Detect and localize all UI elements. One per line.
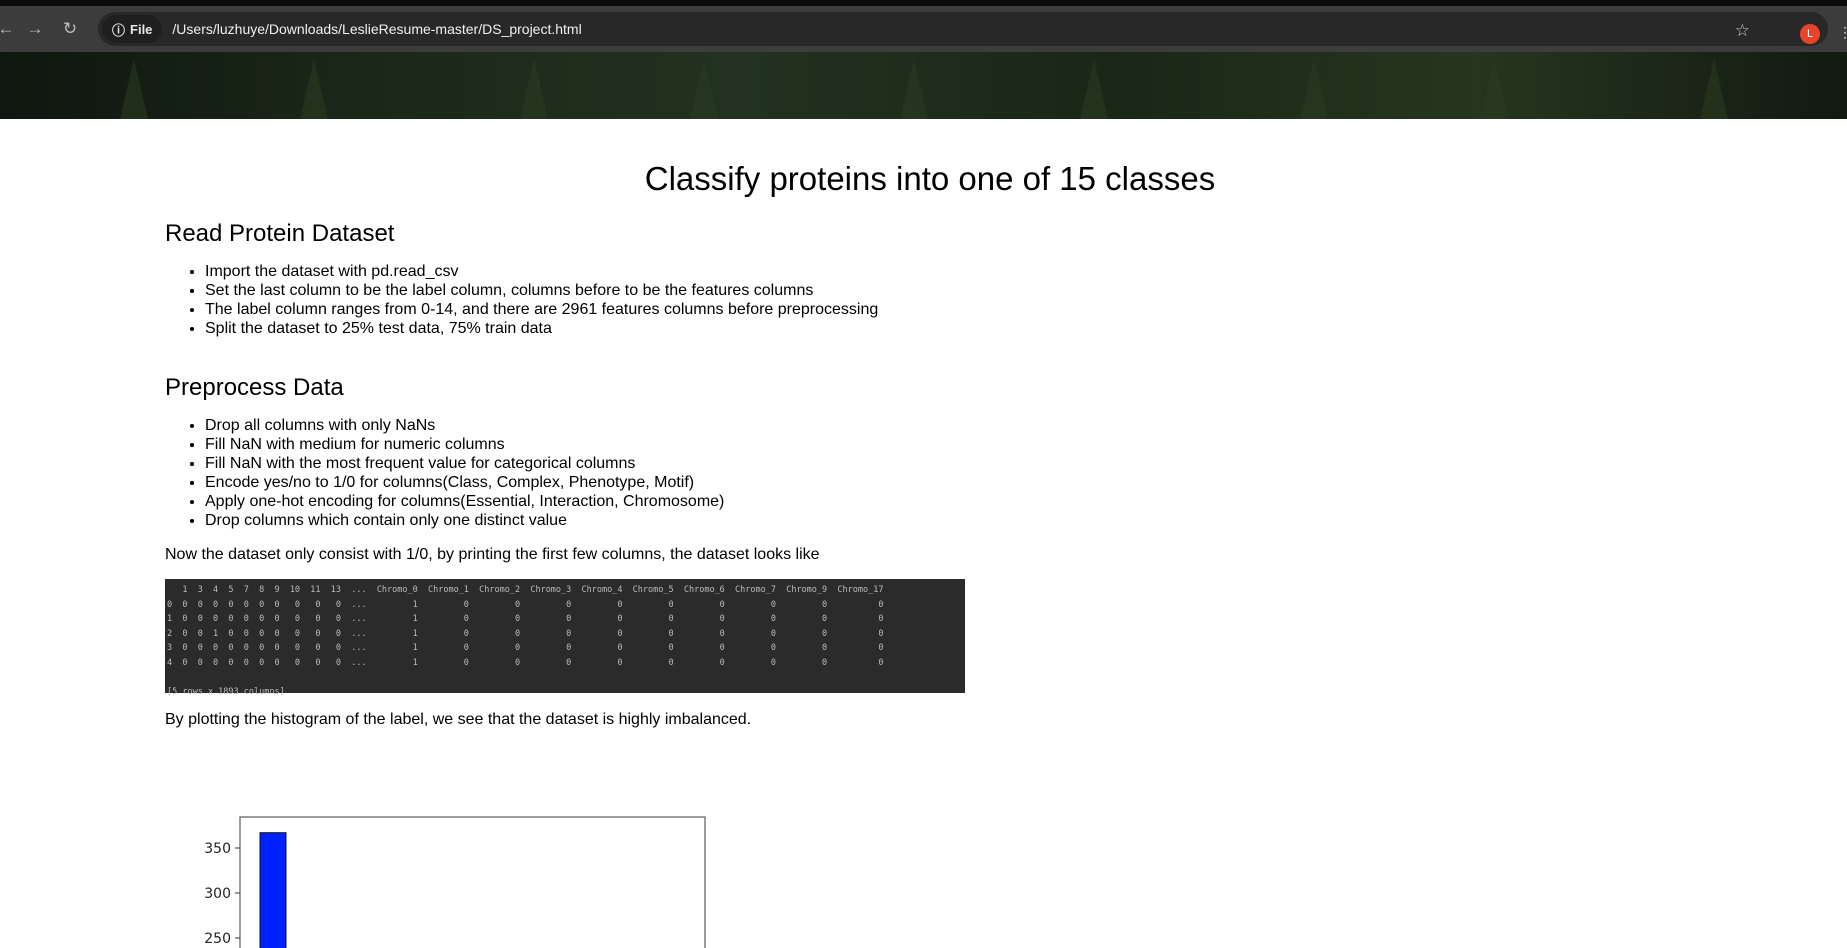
y-tick-label: 300 [204, 886, 231, 902]
y-tick-label: 350 [204, 841, 231, 857]
plot-frame [239, 816, 706, 948]
y-tick-label: 250 [204, 931, 231, 947]
label-histogram: 250 300 350 [204, 816, 706, 948]
histogram-bar [259, 832, 287, 948]
